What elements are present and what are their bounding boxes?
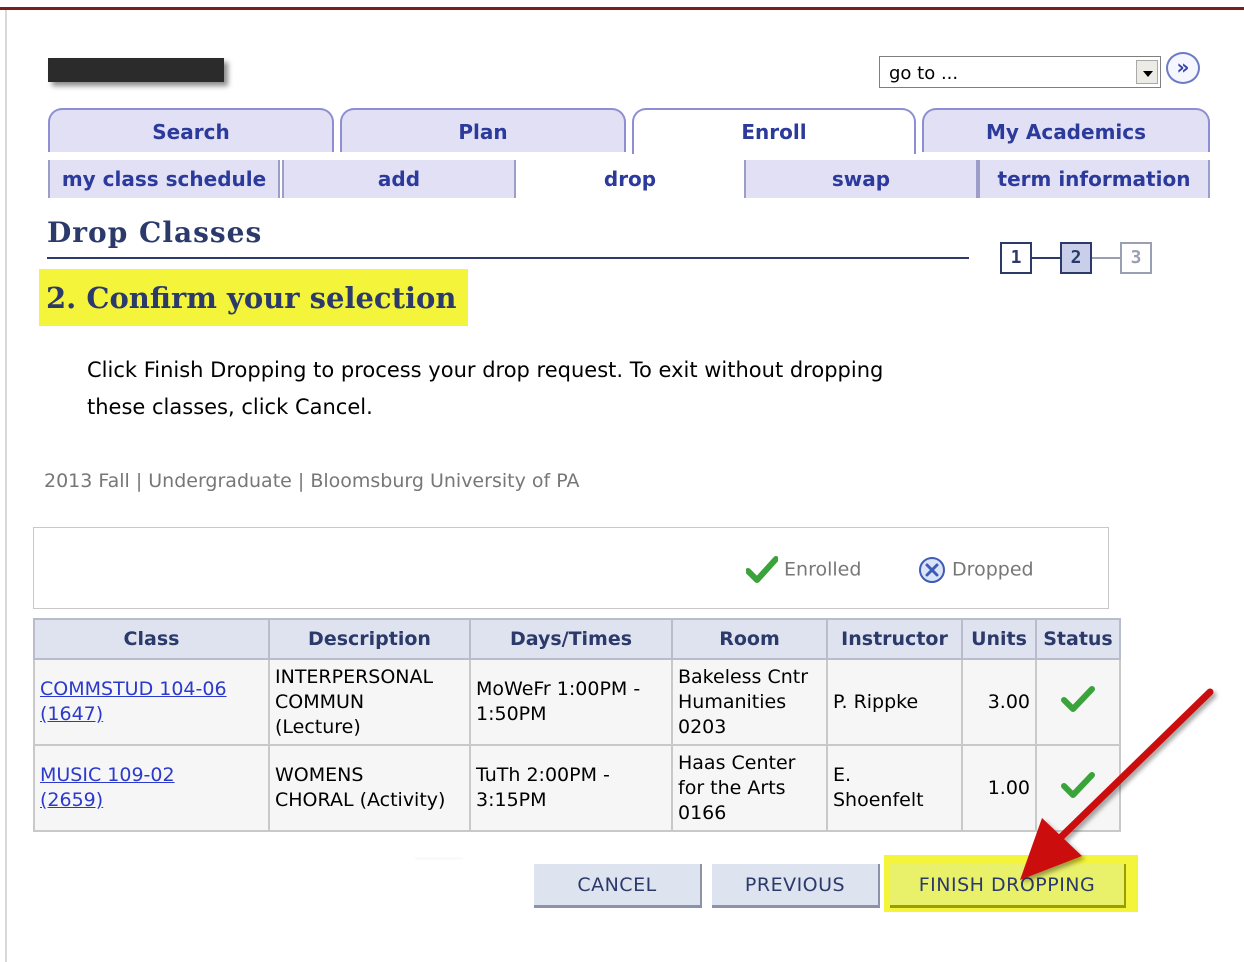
instructions-text: Click Finish Dropping to process your dr… bbox=[87, 352, 947, 426]
top-border bbox=[0, 0, 1244, 10]
step-2-current: 2 bbox=[1060, 242, 1092, 274]
step-connector bbox=[1092, 257, 1120, 259]
page-subtitle: 2. Confirm your selection bbox=[46, 281, 457, 315]
cell-description: WOMENS CHORAL (Activity) bbox=[268, 744, 471, 832]
table-row: MUSIC 109-02 (2659) WOMENS CHORAL (Activi… bbox=[33, 744, 1121, 832]
class-link[interactable]: COMMSTUD 104-06 (1647) bbox=[40, 678, 227, 725]
cell-class: MUSIC 109-02 (2659) bbox=[33, 744, 270, 832]
main-tabs: Search Plan Enroll My Academics bbox=[48, 108, 1210, 154]
col-header-description[interactable]: Description bbox=[268, 618, 471, 660]
subtab-my-class-schedule[interactable]: my class schedule bbox=[48, 160, 280, 198]
title-divider bbox=[47, 257, 969, 259]
annotation-arrow-icon bbox=[1020, 688, 1214, 880]
col-header-room[interactable]: Room bbox=[671, 618, 828, 660]
page-title: Drop Classes bbox=[47, 216, 263, 249]
instructions-line: these classes, click Cancel. bbox=[87, 395, 373, 419]
tab-enroll[interactable]: Enroll bbox=[632, 108, 916, 154]
step-connector bbox=[1032, 257, 1060, 259]
chevron-down-icon[interactable] bbox=[1136, 60, 1158, 84]
legend-enrolled: Enrolled bbox=[746, 556, 861, 584]
subtab-term-information[interactable]: term information bbox=[978, 160, 1210, 198]
cell-description: INTERPERSONAL COMMUN (Lecture) bbox=[268, 658, 471, 746]
cancel-button[interactable]: CANCEL bbox=[534, 864, 702, 908]
classes-table: Class Description Days/Times Room Instru… bbox=[33, 618, 1121, 832]
previous-button[interactable]: PREVIOUS bbox=[712, 864, 880, 908]
legend-enrolled-label: Enrolled bbox=[784, 558, 862, 581]
step-indicator: 1 2 3 bbox=[1000, 242, 1160, 276]
cell-instructor: E. Shoenfelt bbox=[826, 744, 963, 832]
tab-my-academics[interactable]: My Academics bbox=[922, 108, 1210, 152]
tab-plan[interactable]: Plan bbox=[340, 108, 626, 152]
cell-class: COMMSTUD 104-06 (1647) bbox=[33, 658, 270, 746]
class-link[interactable]: MUSIC 109-02 (2659) bbox=[40, 764, 175, 811]
step-3: 3 bbox=[1120, 242, 1152, 274]
col-header-status[interactable]: Status bbox=[1035, 618, 1121, 660]
col-header-days-times[interactable]: Days/Times bbox=[469, 618, 673, 660]
status-legend: Enrolled Dropped bbox=[33, 527, 1109, 609]
spacer bbox=[415, 857, 463, 860]
legend-dropped: Dropped bbox=[918, 556, 1034, 584]
subtab-swap[interactable]: swap bbox=[744, 160, 978, 198]
dropped-x-icon bbox=[919, 557, 945, 583]
redacted-name bbox=[48, 58, 224, 82]
cell-room: Bakeless Cntr Humanities 0203 bbox=[671, 658, 828, 746]
legend-dropped-label: Dropped bbox=[952, 558, 1034, 581]
col-header-units[interactable]: Units bbox=[961, 618, 1037, 660]
cell-days-times: TuTh 2:00PM - 3:15PM bbox=[469, 744, 673, 832]
go-double-chevron-icon[interactable]: » bbox=[1166, 52, 1200, 84]
cell-room: Haas Center for the Arts 0166 bbox=[671, 744, 828, 832]
subtab-drop[interactable]: drop bbox=[516, 160, 744, 198]
col-header-class[interactable]: Class bbox=[33, 618, 270, 660]
tab-search[interactable]: Search bbox=[48, 108, 334, 152]
goto-select[interactable]: go to ... bbox=[879, 56, 1161, 88]
check-icon bbox=[746, 556, 778, 583]
step-1: 1 bbox=[1000, 242, 1032, 274]
col-header-instructor[interactable]: Instructor bbox=[826, 618, 963, 660]
sub-tabs: my class schedule add drop swap term inf… bbox=[48, 160, 1210, 198]
table-header-row: Class Description Days/Times Room Instru… bbox=[33, 618, 1121, 660]
instructions-line: Click Finish Dropping to process your dr… bbox=[87, 358, 884, 382]
term-info: 2013 Fall | Undergraduate | Bloomsburg U… bbox=[44, 470, 580, 492]
goto-select-value: go to ... bbox=[889, 63, 959, 84]
left-border bbox=[5, 10, 7, 962]
cell-days-times: MoWeFr 1:00PM - 1:50PM bbox=[469, 658, 673, 746]
cell-instructor: P. Rippke bbox=[826, 658, 963, 746]
table-row: COMMSTUD 104-06 (1647) INTERPERSONAL COMM… bbox=[33, 658, 1121, 746]
subtab-add[interactable]: add bbox=[282, 160, 516, 198]
